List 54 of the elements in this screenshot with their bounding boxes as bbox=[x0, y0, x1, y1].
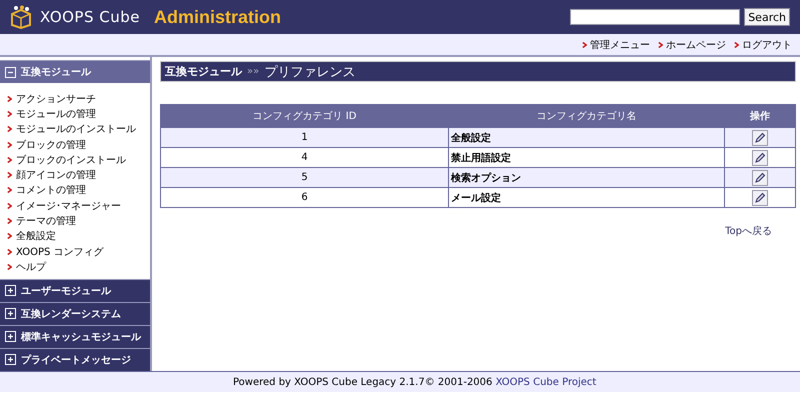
expand-icon bbox=[5, 308, 16, 320]
sidebar-item[interactable]: コメントの管理 bbox=[7, 182, 150, 198]
table-cell: 全般設定 bbox=[448, 128, 724, 148]
page-title: プリファレンス bbox=[264, 64, 356, 80]
table-cell: 6 bbox=[160, 188, 448, 208]
sidebar-item[interactable]: モジュールの管理 bbox=[7, 106, 150, 122]
sidebar-item[interactable]: ブロックのインストール bbox=[7, 152, 150, 168]
sidebar-section-header[interactable]: プライベートメッセージ bbox=[0, 348, 150, 371]
sidebar-section-header[interactable]: 互換レンダーシステム bbox=[0, 302, 150, 325]
chevron-icon bbox=[734, 40, 739, 48]
sidebar-section-header[interactable]: ユーザーモジュール bbox=[0, 278, 150, 302]
sidebar-item[interactable]: アクションサーチ bbox=[7, 91, 150, 106]
chevron-icon bbox=[658, 40, 663, 48]
footer-text: Powered by XOOPS Cube Legacy 2.1.7© 2001-2006 XOOPS Cube Project bbox=[233, 376, 596, 388]
back-to-top-link[interactable]: Topへ戻る bbox=[725, 224, 772, 238]
nav-link[interactable]: 管理メニュー bbox=[582, 38, 650, 52]
sidebar-item[interactable]: イメージ･マネージャー bbox=[7, 198, 150, 214]
expand-icon bbox=[5, 285, 16, 296]
cube-logo-icon bbox=[8, 5, 34, 29]
sidebar-item[interactable]: ブロックの管理 bbox=[7, 136, 150, 152]
sidebar-item[interactable]: XOOPS コンフィグ bbox=[7, 244, 150, 260]
edit-button[interactable] bbox=[752, 190, 768, 206]
expand-icon bbox=[5, 354, 16, 366]
search-button[interactable]: Search bbox=[744, 8, 790, 26]
edit-button[interactable] bbox=[752, 150, 768, 166]
search-field[interactable] bbox=[570, 9, 740, 25]
edit-button[interactable] bbox=[752, 170, 768, 186]
breadcrumb-link[interactable]: 互換モジュール bbox=[165, 64, 242, 79]
sidebar-item[interactable]: 全般設定 bbox=[7, 228, 150, 244]
table-cell: 検索オプション bbox=[448, 168, 724, 188]
edit-button[interactable] bbox=[752, 130, 768, 146]
table-cell: 4 bbox=[160, 148, 448, 168]
sidebar-section-header[interactable]: 互換モジュール bbox=[0, 60, 150, 83]
table-cell: メール設定 bbox=[448, 188, 724, 208]
table-cell: 5 bbox=[160, 168, 448, 188]
table-cell: 禁止用語設定 bbox=[448, 148, 724, 168]
sidebar-item[interactable]: モジュールのインストール bbox=[7, 122, 150, 137]
nav-link[interactable]: ログアウト bbox=[734, 38, 792, 52]
expand-icon bbox=[5, 331, 16, 342]
column-header: コンフィグカテゴリ名 bbox=[448, 104, 724, 128]
sidebar-item[interactable]: 顔アイコンの管理 bbox=[7, 167, 150, 183]
sidebar-item[interactable]: ヘルプ bbox=[7, 259, 150, 275]
footer-link[interactable]: XOOPS Cube Project bbox=[496, 376, 596, 388]
chevron-icon bbox=[582, 40, 587, 48]
column-header: 操作 bbox=[724, 104, 796, 128]
sidebar-item[interactable]: テーマの管理 bbox=[7, 213, 150, 229]
collapse-icon bbox=[5, 66, 16, 78]
table-cell: 1 bbox=[160, 128, 448, 148]
column-header: コンフィグカテゴリ ID bbox=[160, 104, 448, 128]
nav-link[interactable]: ホームページ bbox=[658, 38, 726, 52]
logo-text: XOOPS Cube bbox=[40, 8, 140, 26]
header-title: Administration bbox=[154, 6, 282, 28]
sidebar-section-header[interactable]: 標準キャッシュモジュール bbox=[0, 324, 150, 348]
breadcrumb-separator: »» bbox=[247, 66, 260, 77]
